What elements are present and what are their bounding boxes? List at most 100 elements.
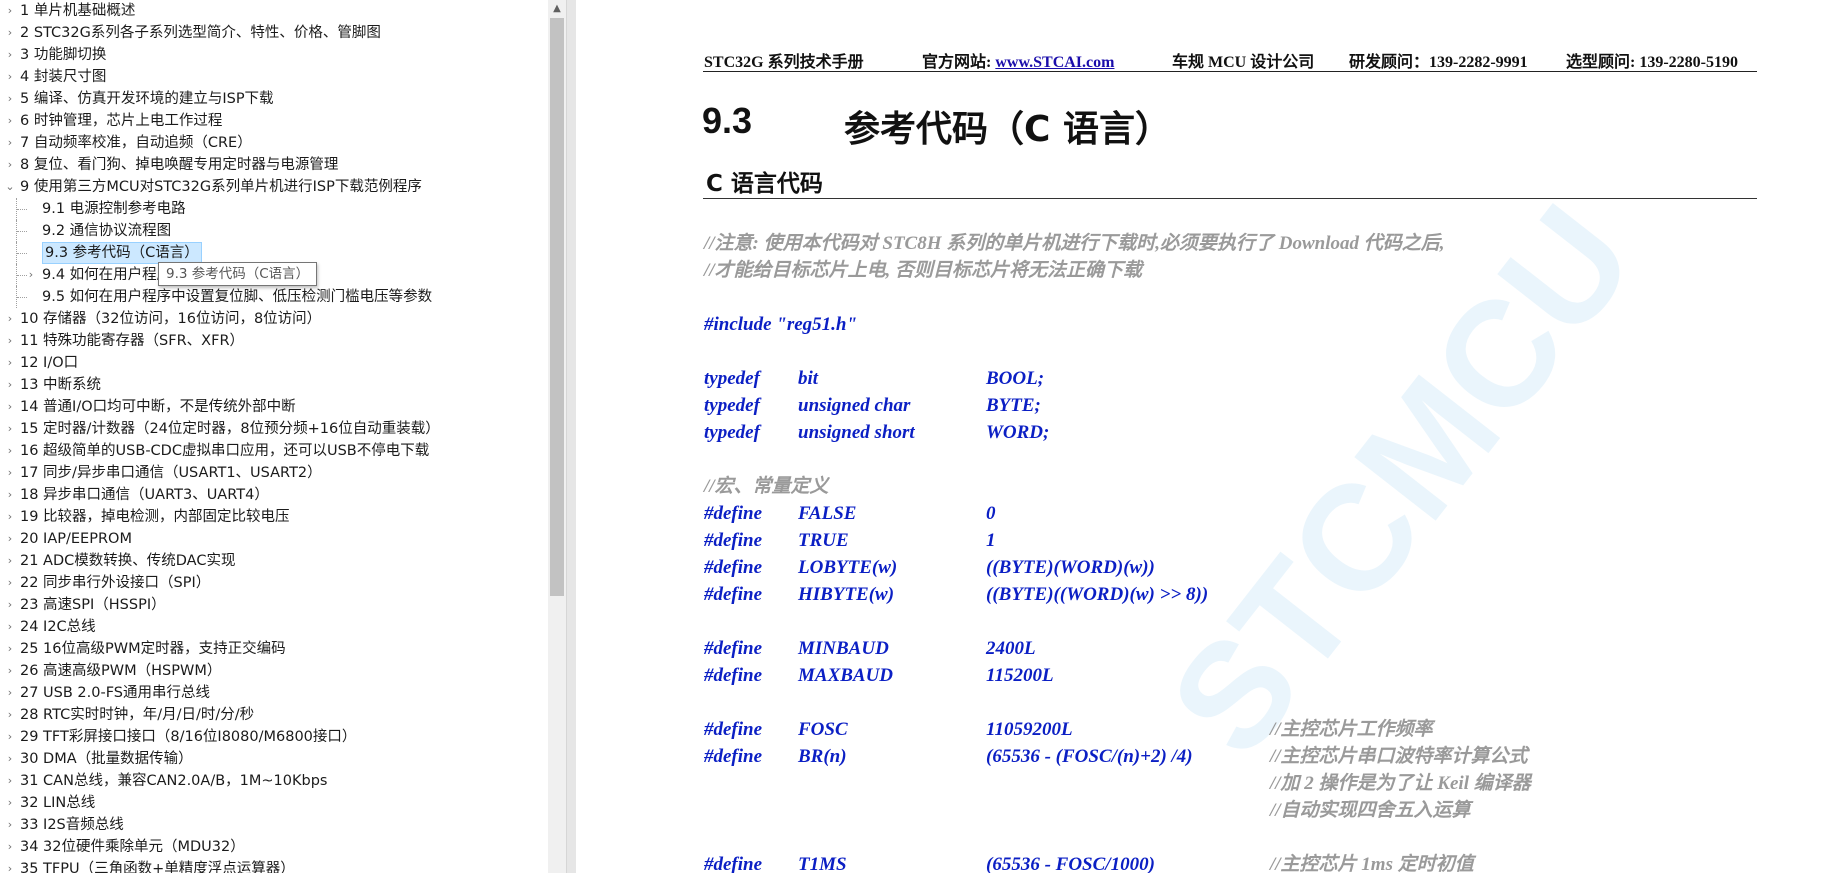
chevron-right-icon[interactable]: › — [4, 594, 16, 616]
chevron-right-icon[interactable]: › — [4, 792, 16, 814]
bookmark-label: 4 封装尺寸图 — [20, 69, 107, 85]
chevron-right-icon[interactable]: › — [4, 616, 16, 638]
chevron-right-icon[interactable]: › — [4, 704, 16, 726]
chevron-down-icon[interactable]: ⌄ — [4, 176, 16, 198]
bookmark-label: 12 I/O口 — [20, 355, 79, 371]
bookmark-label: 10 存储器（32位访问，16位访问，8位访问） — [20, 311, 322, 327]
chevron-right-icon[interactable]: › — [4, 814, 16, 836]
chevron-right-icon[interactable]: › — [4, 374, 16, 396]
chevron-right-icon[interactable]: › — [4, 418, 16, 440]
scroll-up-arrow-icon[interactable]: ▲ — [548, 0, 566, 17]
code-token: BOOL; — [986, 368, 1045, 389]
code-token: (65536 - (FOSC/(n)+2) /4) — [986, 746, 1193, 767]
code-comment: //主控芯片串口波特率计算公式 — [1270, 746, 1528, 767]
chevron-right-icon[interactable]: › — [4, 462, 16, 484]
bookmark-label: 11 特殊功能寄存器（SFR、XFR） — [20, 333, 245, 349]
code-token: MINBAUD — [798, 638, 889, 659]
website-link[interactable]: www.STCAI.com — [995, 54, 1114, 71]
pane-divider[interactable] — [566, 0, 576, 873]
chevron-right-icon[interactable]: › — [4, 836, 16, 858]
chevron-right-icon[interactable]: › — [4, 440, 16, 462]
code-token: #define — [704, 665, 763, 686]
bookmark-label: 35 TFPU（三角函数+单精度浮点运算器） — [20, 861, 295, 873]
chevron-right-icon[interactable]: › — [4, 0, 16, 22]
bookmark-label: 26 高速高级PWM（HSPWM） — [20, 663, 222, 679]
chevron-right-icon[interactable]: › — [4, 110, 16, 132]
section-title: 参考代码（C 语言） — [844, 109, 1171, 150]
company-text: 车规 MCU 设计公司 — [1172, 54, 1315, 71]
website-label-text: 官方网站: — [922, 54, 996, 71]
scrollbar-thumb[interactable] — [550, 18, 564, 596]
chevron-right-icon[interactable]: › — [4, 66, 16, 88]
chevron-right-icon[interactable]: › — [4, 550, 16, 572]
chevron-right-icon[interactable]: › — [25, 264, 37, 286]
code-token: BR(n) — [798, 746, 847, 767]
bookmark-label: 27 USB 2.0-FS通用串行总线 — [20, 685, 211, 701]
bookmark-label: 30 DMA（批量数据传输） — [20, 751, 193, 767]
sidebar-scrollbar[interactable]: ▲ — [548, 0, 566, 873]
chevron-right-icon[interactable]: › — [4, 132, 16, 154]
bookmark-tree: › 1 单片机基础概述 › 2 STC32G系列各子系列选型简介、特性、价格、管脚图 ›… — [0, 0, 548, 873]
chevron-right-icon[interactable]: › — [4, 308, 16, 330]
code-comment: //宏、常量定义 — [704, 476, 829, 497]
code-comment: //主控芯片工作频率 — [1270, 719, 1433, 740]
chevron-right-icon[interactable]: › — [4, 484, 16, 506]
bookmark-label: 13 中断系统 — [20, 377, 102, 393]
chevron-right-icon[interactable]: › — [4, 528, 16, 550]
bookmark-label: 19 比较器，掉电检测，内部固定比较电压 — [20, 509, 290, 525]
bookmark-label: 6 时钟管理，芯片上电工作过程 — [20, 113, 223, 129]
bookmark-label: 9.3 参考代码（C语言） — [42, 242, 202, 264]
chevron-right-icon[interactable]: › — [4, 352, 16, 374]
code-token: #define — [704, 584, 763, 605]
code-token: TRUE — [798, 530, 849, 551]
bookmark-label: 24 I2C总线 — [20, 619, 96, 635]
chevron-right-icon[interactable]: › — [4, 638, 16, 660]
watermark: STCMCU — [1137, 175, 1665, 785]
bookmark-label: 17 同步/异步串口通信（USART1、USART2） — [20, 465, 322, 481]
chevron-right-icon[interactable]: › — [4, 748, 16, 770]
code-token: unsigned char — [798, 395, 911, 416]
chevron-right-icon[interactable]: › — [4, 88, 16, 110]
bookmark-label: 9.1 电源控制参考电路 — [42, 201, 186, 217]
bookmark-label: 1 单片机基础概述 — [20, 3, 136, 19]
bookmark-label: 23 高速SPI（HSSPI） — [20, 597, 166, 613]
website-label: 官方网站: www.STCAI.com — [922, 48, 1114, 72]
chevron-right-icon[interactable]: › — [4, 682, 16, 704]
bookmark-label: 31 CAN总线，兼容CAN2.0A/B，1M~10Kbps — [20, 773, 328, 789]
bookmark-label: 15 定时器/计数器（24位定时器，8位预分频+16位自动重装载） — [20, 421, 440, 437]
code-token: 1 — [986, 530, 996, 551]
chevron-right-icon[interactable]: › — [4, 154, 16, 176]
chevron-right-icon[interactable]: › — [4, 506, 16, 528]
code-token: BYTE; — [986, 395, 1041, 416]
bookmark-label: 20 IAP/EEPROM — [20, 531, 132, 547]
code-token: 11059200L — [986, 719, 1073, 740]
code-token: #include "reg51.h" — [704, 314, 858, 335]
chevron-right-icon[interactable]: › — [4, 660, 16, 682]
code-token: bit — [798, 368, 819, 389]
code-token: unsigned short — [798, 422, 915, 443]
chevron-right-icon[interactable]: › — [4, 44, 16, 66]
code-comment: //主控芯片 1ms 定时初值 — [1270, 854, 1474, 873]
code-token: #define — [704, 854, 763, 873]
code-token: typedef — [704, 368, 760, 389]
code-token: MAXBAUD — [798, 665, 894, 686]
chevron-right-icon[interactable]: › — [4, 770, 16, 792]
chevron-right-icon[interactable]: › — [4, 396, 16, 418]
chevron-right-icon[interactable]: › — [4, 726, 16, 748]
chevron-right-icon[interactable]: › — [4, 22, 16, 44]
chevron-right-icon[interactable]: › — [4, 330, 16, 352]
section-number: 9.3 — [702, 100, 753, 141]
code-token: (65536 - FOSC/1000) — [986, 854, 1155, 873]
tree-guide-line — [17, 297, 27, 298]
chevron-right-icon[interactable]: › — [4, 858, 16, 873]
bookmark-label: 9.2 通信协议流程图 — [42, 223, 172, 239]
code-token: LOBYTE(w) — [798, 557, 898, 578]
bookmark-label: 34 32位硬件乘除单元（MDU32） — [20, 839, 245, 855]
bookmarks-panel: › 1 单片机基础概述 › 2 STC32G系列各子系列选型简介、特性、价格、管脚图 ›… — [0, 0, 566, 873]
tree-guide-line — [17, 209, 27, 210]
bookmark-label: 8 复位、看门狗、掉电唤醒专用定时器与电源管理 — [20, 157, 339, 173]
code-comment: //注意: 使用本代码对 STC8H 系列的单片机进行下载时,必须要执行了 Do… — [704, 233, 1445, 254]
chevron-right-icon[interactable]: › — [4, 572, 16, 594]
bookmark-label: 22 同步串行外设接口（SPI） — [20, 575, 211, 591]
code-token: typedef — [704, 422, 760, 443]
